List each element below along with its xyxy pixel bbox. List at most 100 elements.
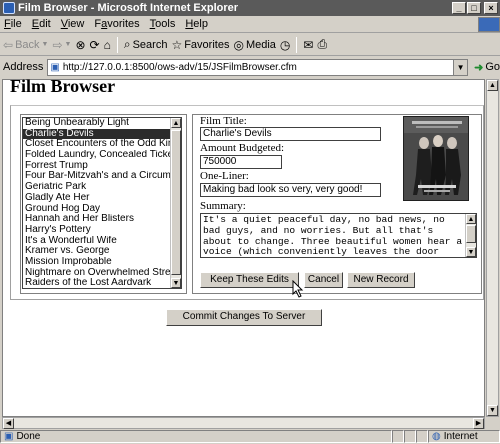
one-liner-field[interactable]: Making bad look so very, very good!	[200, 183, 381, 197]
scroll-up-arrow-icon[interactable]: ▲	[466, 214, 476, 224]
film-list-item[interactable]: Being Unbearably Light	[23, 118, 171, 129]
film-title-field[interactable]: Charlie's Devils	[200, 127, 381, 141]
toolbar-separator	[116, 36, 118, 53]
film-list-item[interactable]: Nightmare on Overwhelmed Street	[23, 268, 171, 279]
film-list-item[interactable]: Mission Improbable	[23, 257, 171, 268]
page-title: Film Browser	[10, 76, 116, 96]
refresh-icon[interactable]: ⟳	[90, 38, 100, 52]
address-url: http://127.0.0.1:8500/ows-adv/15/JSFilmB…	[62, 61, 297, 73]
browser-toolbar: ⇦ Back ▼ ⇨ ▼ ⊗ ⟳ ⌂ ⌕ Search ☆ Favorites …	[0, 34, 500, 56]
amount-budgeted-label: Amount Budgeted:	[200, 142, 285, 154]
film-list-item[interactable]: Gladly Ate Her	[23, 193, 171, 204]
back-button[interactable]: ⇦ Back ▼	[3, 38, 48, 52]
film-list-item[interactable]: Kramer vs. George	[23, 246, 171, 257]
search-icon: ⌕	[123, 37, 131, 51]
commit-changes-button[interactable]: Commit Changes To Server	[166, 309, 322, 326]
scroll-down-arrow-icon[interactable]: ▼	[487, 405, 498, 416]
one-liner-label: One-Liner:	[200, 170, 249, 182]
film-list-item[interactable]: Charlie's Devils	[23, 128, 171, 140]
film-list-item[interactable]: Ground Hog Day	[23, 204, 171, 215]
scroll-down-arrow-icon[interactable]: ▼	[171, 278, 181, 288]
zone-text: Internet	[443, 431, 478, 442]
mouse-cursor-icon	[292, 280, 304, 298]
maximize-button[interactable]: □	[467, 2, 481, 14]
menu-favorites[interactable]: Favorites	[94, 18, 139, 30]
window-title: Film Browser - Microsoft Internet Explor…	[18, 2, 239, 14]
listbox-scrollbar[interactable]: ▲ ▼	[170, 118, 181, 288]
page-icon: ▣	[50, 61, 60, 73]
page-horizontal-scrollbar[interactable]: ◀ ▶	[2, 417, 485, 429]
status-bar: ▣ Done ◍ Internet	[0, 429, 500, 444]
scroll-left-arrow-icon[interactable]: ◀	[3, 418, 14, 429]
new-record-button[interactable]: New Record	[347, 272, 415, 288]
windows-logo-icon	[478, 16, 500, 32]
ie-icon	[3, 2, 15, 14]
go-arrow-icon: ➜	[474, 61, 484, 74]
film-poster-image	[403, 116, 469, 201]
page-vertical-scrollbar[interactable]: ▲ ▼	[486, 79, 499, 417]
amount-budgeted-field[interactable]: 750000	[200, 155, 282, 169]
go-button[interactable]: ➜ Go	[474, 61, 500, 74]
film-list-item[interactable]: Geriatric Park	[23, 182, 171, 193]
forward-button[interactable]: ⇨ ▼	[52, 38, 71, 52]
film-list-item[interactable]: Raiders of the Lost Aardvark	[23, 278, 171, 288]
scroll-right-arrow-icon[interactable]: ▶	[473, 418, 484, 429]
search-button[interactable]: ⌕ Search	[124, 37, 168, 52]
mail-icon[interactable]: ✉	[303, 38, 313, 52]
stop-icon[interactable]: ⊗	[75, 38, 85, 52]
globe-icon: ◍	[432, 431, 441, 442]
menu-help[interactable]: Help	[185, 18, 208, 30]
history-icon[interactable]: ◷	[280, 38, 290, 52]
menu-edit[interactable]: Edit	[32, 18, 51, 30]
media-icon: ◎	[233, 37, 244, 52]
print-icon[interactable]: ⎙	[317, 37, 327, 52]
status-lock-cell	[404, 430, 416, 443]
film-list-item[interactable]: Harry's Pottery	[23, 225, 171, 236]
scroll-up-arrow-icon[interactable]: ▲	[171, 118, 181, 128]
minimize-button[interactable]: _	[452, 2, 466, 14]
chevron-down-icon[interactable]: ▼	[453, 59, 468, 75]
chevron-down-icon: ▼	[64, 41, 72, 48]
summary-text: It's a quiet peaceful day, no bad news, …	[203, 214, 463, 258]
menu-file[interactable]: File	[4, 18, 22, 30]
film-listbox[interactable]: Being Unbearably Light Charlie's Devils Cl…	[22, 117, 182, 289]
star-icon: ☆	[171, 37, 183, 52]
summary-scroll-thumb[interactable]	[466, 225, 476, 243]
cancel-button[interactable]: Cancel	[304, 272, 343, 288]
summary-textarea[interactable]: It's a quiet peaceful day, no bad news, …	[200, 213, 477, 258]
address-label: Address	[3, 61, 44, 73]
scroll-down-arrow-icon[interactable]: ▼	[466, 247, 476, 257]
film-list-item[interactable]: It's a Wonderful Wife	[23, 236, 171, 247]
film-list-item[interactable]: Four Bar-Mitzvah's and a Circumcision	[23, 171, 171, 182]
forward-arrow-icon: ⇨	[52, 37, 63, 52]
home-icon[interactable]: ⌂	[104, 38, 111, 52]
film-list-item[interactable]: Closet Encounters of the Odd Kind	[23, 139, 171, 150]
toolbar-separator	[296, 36, 298, 53]
keep-edits-button[interactable]: Keep These Edits	[200, 272, 299, 288]
favorites-button[interactable]: ☆ Favorites	[171, 38, 229, 52]
close-button[interactable]: ×	[484, 2, 498, 14]
back-arrow-icon: ⇦	[3, 37, 14, 52]
film-title-label: Film Title:	[200, 115, 247, 127]
menu-bar: File Edit View Favorites Tools Help	[0, 16, 500, 33]
status-zone-cell: ◍ Internet	[428, 430, 500, 443]
menu-tools[interactable]: Tools	[150, 18, 176, 30]
listbox-scroll-thumb[interactable]	[171, 130, 181, 275]
window-titlebar: Film Browser - Microsoft Internet Explor…	[0, 0, 500, 16]
summary-scrollbar[interactable]: ▲ ▼	[465, 214, 476, 257]
film-list: Being Unbearably Light Charlie's Devils Cl…	[23, 118, 171, 288]
status-text: Done	[16, 431, 41, 442]
status-privacy-cell	[416, 430, 428, 443]
status-text-cell: ▣ Done	[0, 430, 392, 443]
film-list-item[interactable]: Hannah and Her Blisters	[23, 214, 171, 225]
chevron-down-icon: ▼	[41, 41, 49, 48]
address-input[interactable]: ▣ http://127.0.0.1:8500/ows-adv/15/JSFil…	[47, 58, 469, 76]
scroll-up-arrow-icon[interactable]: ▲	[487, 80, 498, 91]
menu-view[interactable]: View	[61, 18, 85, 30]
film-list-item[interactable]: Forrest Trump	[23, 161, 171, 172]
media-button[interactable]: ◎ Media	[233, 38, 275, 52]
film-list-item[interactable]: Folded Laundry, Concealed Ticket	[23, 150, 171, 161]
summary-label: Summary:	[200, 200, 246, 212]
status-progress-cell	[392, 430, 404, 443]
page-done-icon: ▣	[4, 431, 14, 442]
